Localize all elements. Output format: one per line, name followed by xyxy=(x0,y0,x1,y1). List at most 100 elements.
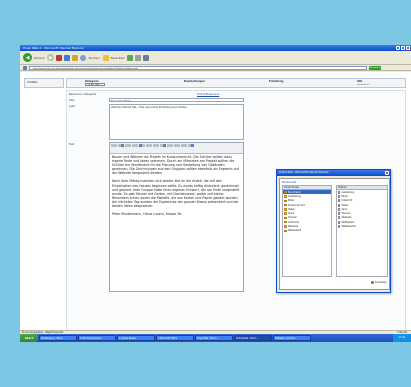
search-label[interactable]: Suchen xyxy=(88,56,99,60)
taskbar-item[interactable]: 3 Microsoft Office xyxy=(156,335,194,341)
align-center-icon[interactable] xyxy=(128,143,131,147)
copy-icon[interactable] xyxy=(156,143,159,147)
go-button[interactable]: Wechseln zu xyxy=(369,65,382,70)
browser-toolbar: ◀ Zurück ▶ Suchen Favoriten xyxy=(20,51,411,65)
title-input[interactable]: Bauwerk-Artikel xyxy=(109,98,244,102)
start-button[interactable]: Start xyxy=(20,334,38,342)
preview-icon[interactable] xyxy=(184,143,187,147)
size-icon[interactable] xyxy=(170,143,173,147)
folder-icon xyxy=(284,195,287,198)
folder-icon xyxy=(284,229,287,233)
popup-close-button[interactable] xyxy=(385,171,389,175)
stop-icon[interactable] xyxy=(56,54,63,61)
folder-icon xyxy=(284,225,287,228)
list-icon[interactable] xyxy=(135,143,138,147)
taskbar-item[interactable]: Hugo Web - Micro... xyxy=(195,335,233,341)
taskbar-item[interactable]: Statistik und Infos... xyxy=(273,335,311,341)
favorites-label[interactable]: Favoriten xyxy=(111,56,125,60)
close-button[interactable] xyxy=(406,46,410,50)
popup-titlebar: Ordnerliste - Microsoft Internet Explore… xyxy=(277,170,390,176)
folder-icon xyxy=(284,199,287,202)
file-label: Themen xyxy=(341,212,351,216)
folder-label: Hallen xyxy=(288,207,295,211)
folder-icon xyxy=(284,203,287,207)
folder-icon xyxy=(284,190,287,194)
file-label: Hallen xyxy=(341,203,349,207)
outdent-icon[interactable] xyxy=(177,143,180,147)
taskbar-item[interactable]: Posteingang - Micro... xyxy=(39,335,77,341)
rich-text-editor[interactable]: Bauen und Wohnen als Projekt im Kunstunt… xyxy=(109,142,244,292)
file-label: Ausstellung xyxy=(341,190,355,194)
folder-label: Wettbewerb xyxy=(288,229,302,233)
minimize-button[interactable] xyxy=(396,46,400,50)
folder-label: Ausstellung xyxy=(288,194,301,198)
popup-footer: Schließen xyxy=(282,279,389,289)
editor-paragraph: Nach dem Mittag machten sich wieder alle… xyxy=(112,179,240,209)
file-item[interactable]: Wettbewerb2 xyxy=(337,224,387,229)
page-nav: Inhalte xyxy=(24,78,64,88)
table-icon[interactable] xyxy=(142,143,145,147)
category-link[interactable]: Ordner/Ressource xyxy=(197,93,219,96)
text-field-label: Text xyxy=(69,143,75,146)
folder-label: Sport xyxy=(288,212,294,216)
taskbar-item[interactable]: 2 Windows Explorer xyxy=(78,335,116,341)
print-icon[interactable] xyxy=(143,54,150,61)
redo-icon[interactable] xyxy=(149,143,152,147)
color-icon[interactable] xyxy=(163,143,166,147)
taskbar: Start Posteingang - Micro... 2 Windows E… xyxy=(20,334,411,342)
folder-tree: Verzeichnisse Bau-Projekt Ausstellung Bi… xyxy=(282,185,332,277)
lead-textarea[interactable]: Welchen Verlauf hat... Hier eine kurze E… xyxy=(109,104,244,140)
popup-ok-button[interactable]: Schließen xyxy=(370,281,387,284)
editor-body[interactable]: Bauen und Wohnen als Projekt im Kunstunt… xyxy=(110,154,243,221)
file-icon xyxy=(338,194,341,198)
folder-icon xyxy=(284,208,287,211)
special-char-icon[interactable] xyxy=(191,143,194,147)
home-icon[interactable] xyxy=(72,54,79,61)
file-label: Unterricht xyxy=(341,199,353,203)
editor-toolbar xyxy=(110,143,243,154)
desktop-screen: Hugo Web 2 - Microsoft Internet Explorer… xyxy=(20,45,411,342)
italic-icon[interactable] xyxy=(114,143,117,147)
file-icon xyxy=(338,212,341,216)
file-label: Wettbewerb xyxy=(341,220,355,224)
file-icon xyxy=(338,199,341,203)
editor-paragraph: Peter Mustermann, Hansi Luzern, Klasse 3… xyxy=(112,212,183,217)
nav-item-inhalte[interactable]: Inhalte xyxy=(27,80,37,84)
folder-icon xyxy=(284,221,287,224)
address-input[interactable]: http://www.schule-xyz.de/hugoweb/index.p… xyxy=(29,65,367,70)
maximize-button[interactable] xyxy=(401,46,405,50)
folder-popup-window: Ordnerliste - Microsoft Internet Explore… xyxy=(276,169,391,293)
mail-icon[interactable] xyxy=(135,54,142,61)
popup-content: Medienliste Verzeichnisse Bau-Projekt Au… xyxy=(279,178,390,290)
folder-label: Unterricht xyxy=(288,220,300,224)
file-icon xyxy=(338,190,341,194)
history-icon[interactable] xyxy=(127,54,134,61)
folder-icon xyxy=(284,216,287,220)
system-tray-clock[interactable]: 11:24 xyxy=(393,334,411,342)
taskbar-item[interactable]: 2 Adobe Reader xyxy=(117,335,155,341)
search-icon[interactable] xyxy=(80,54,87,61)
folder-item[interactable]: Wettbewerb xyxy=(283,229,331,233)
url-header-sub: automatisch xyxy=(357,83,370,86)
category-select[interactable]: - in der Liste - xyxy=(85,83,105,86)
file-label: Bilder xyxy=(341,194,348,198)
file-icon xyxy=(338,203,341,207)
popup-breadcrumb[interactable]: Medienliste xyxy=(282,181,296,184)
file-list: Dateien Ausstellung Bilder Unterricht Ha… xyxy=(336,185,388,277)
file-icon xyxy=(338,225,341,229)
popup-ok-label: Schließen xyxy=(374,281,387,284)
folder-label: Themen xyxy=(288,216,297,220)
forward-arrow-icon[interactable]: ▶ xyxy=(47,54,55,61)
folder-label: Webseite xyxy=(288,225,299,229)
link-icon[interactable] xyxy=(121,143,124,147)
taskbar-item[interactable]: Ordnerliste - Micro... xyxy=(234,335,272,341)
edits-header-label: Bearbeitungen xyxy=(184,80,205,83)
popup-title: Ordnerliste - Microsoft Internet Explore… xyxy=(279,171,329,174)
file-icon xyxy=(338,216,341,220)
file-label: Wettbewerb2 xyxy=(341,225,357,229)
back-arrow-icon[interactable]: ◀ xyxy=(23,53,32,62)
file-icon xyxy=(338,207,341,211)
refresh-icon[interactable] xyxy=(64,54,71,61)
favorites-star-icon[interactable] xyxy=(102,54,109,61)
back-label[interactable]: Zurück xyxy=(34,56,44,60)
